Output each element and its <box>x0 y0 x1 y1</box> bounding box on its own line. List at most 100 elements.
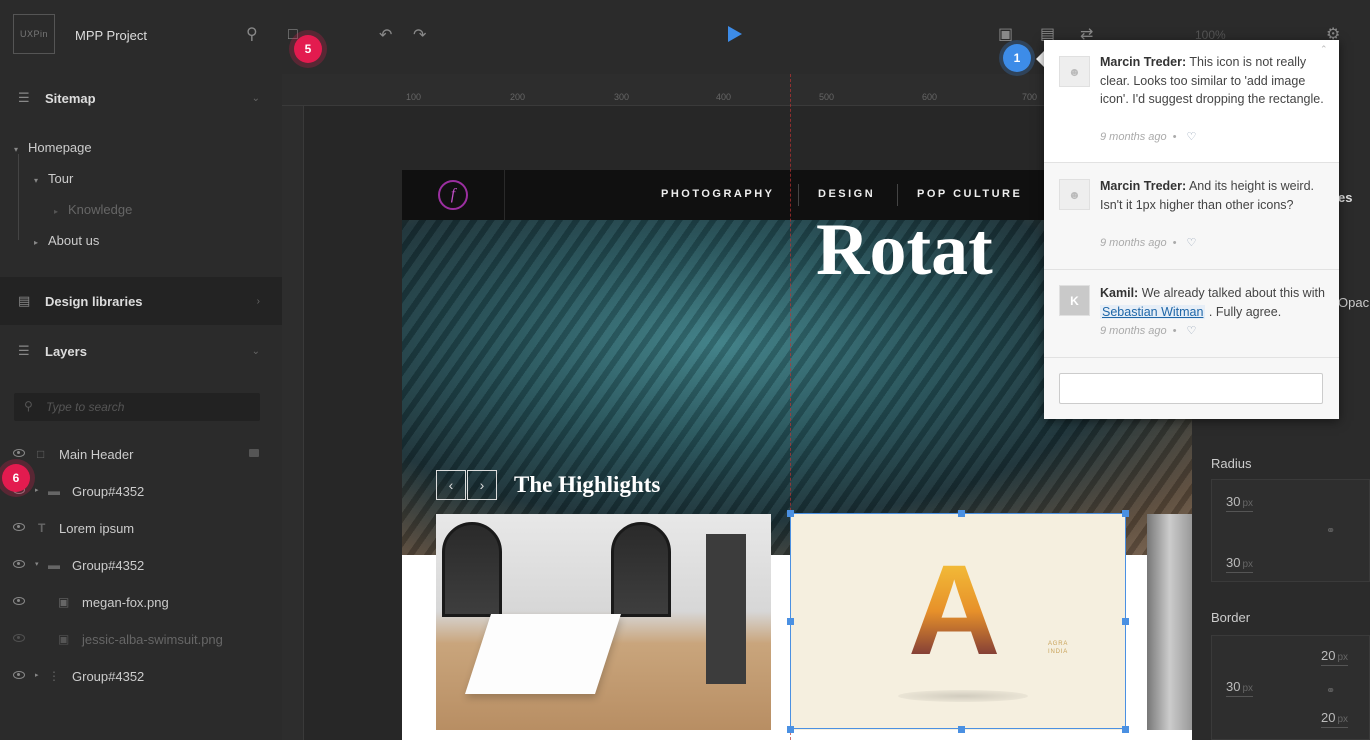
caret-down-icon[interactable]: ▾ <box>35 560 39 568</box>
tree-guide <box>18 154 19 240</box>
link-icon[interactable]: ⚭ <box>1326 684 1335 697</box>
user-avatar: K <box>1059 285 1090 316</box>
resize-handle[interactable] <box>1122 726 1129 733</box>
comment-meta: 9 months ago • ♡ <box>1100 324 1196 337</box>
sitemap-title: Sitemap <box>45 90 96 106</box>
search-icon[interactable]: ⚲ <box>246 27 258 43</box>
caret-right-icon: ▸ <box>54 207 59 216</box>
ruler-tick-label: 200 <box>510 92 526 102</box>
radius-bottom-input[interactable]: 30 px <box>1226 555 1254 573</box>
visibility-eye-icon[interactable] <box>13 634 25 642</box>
library-icon: ▤ <box>18 293 31 308</box>
window-arch <box>611 522 671 617</box>
nav-separator <box>504 170 505 220</box>
radius-bottom-value: 30 <box>1226 555 1241 570</box>
sitemap-item-homepage[interactable]: ▾ Homepage <box>14 140 92 155</box>
lock-icon[interactable] <box>249 449 259 457</box>
preview-play-icon[interactable] <box>728 26 742 42</box>
opacity-label: Opac <box>1338 295 1370 310</box>
layer-row[interactable]: □ Main Header <box>0 442 282 472</box>
sitemap-item-label: About us <box>48 233 100 248</box>
sitemap-item-knowledge[interactable]: ▸ Knowledge <box>54 202 132 217</box>
unit-label: px <box>1242 559 1254 570</box>
layer-row[interactable]: ▸ ⋮ Group#4352 <box>0 664 282 694</box>
resize-handle[interactable] <box>958 510 965 517</box>
resize-handle[interactable] <box>787 510 794 517</box>
visibility-eye-icon[interactable] <box>13 671 25 679</box>
comment-time: 9 months ago <box>1100 131 1167 143</box>
app-logo[interactable]: UXPin <box>13 14 55 54</box>
nav-divider <box>798 184 799 206</box>
like-heart-icon[interactable]: ♡ <box>1187 131 1197 143</box>
panel-tab-fragment[interactable]: es <box>1338 190 1352 205</box>
visibility-eye-icon[interactable] <box>13 523 25 531</box>
project-name[interactable]: MPP Project <box>75 28 147 43</box>
border-left-input[interactable]: 30 px <box>1226 679 1254 697</box>
resize-handle[interactable] <box>787 726 794 733</box>
comment-thread-popup: ☻ Marcin Treder: This icon is not really… <box>1044 40 1339 419</box>
nav-item-photography[interactable]: PHOTOGRAPHY <box>661 188 774 200</box>
uxpin-editor: UXPin MPP Project ⚲ □ ↶ ↷ ▣ ▤ ⇄ 100% ⚙ ☰… <box>0 0 1370 740</box>
layer-row[interactable]: ▾ ▬ Group#4352 <box>0 553 282 583</box>
resize-handle[interactable] <box>1122 510 1129 517</box>
site-logo[interactable]: f <box>438 180 468 210</box>
text-icon: T <box>38 521 46 535</box>
link-icon[interactable]: ⚭ <box>1326 524 1335 537</box>
redo-icon[interactable]: ↷ <box>413 28 426 44</box>
carousel-prev-button[interactable]: ‹ <box>436 470 466 500</box>
scroll-up-icon[interactable]: ⌃ <box>1320 44 1328 55</box>
comment-meta: 9 months ago • ♡ <box>1100 130 1196 143</box>
user-avatar-icon: ☻ <box>1059 56 1090 87</box>
sitemap-item-about-us[interactable]: ▸ About us <box>34 233 99 248</box>
like-heart-icon[interactable]: ♡ <box>1187 237 1197 249</box>
border-top-input[interactable]: 20 px <box>1321 648 1349 666</box>
caret-right-icon[interactable]: ▸ <box>35 486 39 494</box>
resize-handle[interactable] <box>958 726 965 733</box>
partial-photo[interactable] <box>1147 514 1192 730</box>
visibility-eye-icon[interactable] <box>13 560 25 568</box>
selection-box[interactable] <box>790 513 1126 729</box>
layer-row[interactable]: ▣ megan-fox.png <box>0 590 282 620</box>
layer-row[interactable]: T Lorem ipsum <box>0 516 282 546</box>
unit-label: px <box>1337 714 1349 725</box>
layers-search-input[interactable] <box>46 398 246 416</box>
sitemap-item-tour[interactable]: ▾ Tour <box>34 171 73 186</box>
sitemap-section-header[interactable]: ☰ Sitemap ⌄ <box>0 74 282 122</box>
highlights-title[interactable]: The Highlights <box>514 472 660 498</box>
layer-row[interactable]: ▣ jessic-alba-swimsuit.png <box>0 627 282 657</box>
chevron-left-icon: ‹ <box>448 477 454 493</box>
image-icon[interactable]: ▣ <box>998 27 1013 43</box>
chevron-right-icon: › <box>256 295 260 307</box>
resize-handle[interactable] <box>787 618 794 625</box>
undo-icon[interactable]: ↶ <box>379 28 392 44</box>
radius-top-value: 30 <box>1226 494 1241 509</box>
visibility-eye-icon[interactable] <box>13 597 25 605</box>
comment-pin-badge[interactable]: 1 <box>1003 44 1031 72</box>
border-bottom-input[interactable]: 20 px <box>1321 710 1349 728</box>
visibility-eye-icon[interactable] <box>13 449 25 457</box>
popup-arrow <box>1036 51 1044 67</box>
comment-text: Marcin Treder: And its height is weird. … <box>1100 177 1325 214</box>
nav-divider <box>897 184 898 206</box>
layers-icon: ☰ <box>18 343 30 358</box>
kitchen-photo[interactable] <box>436 514 771 730</box>
image-icon: ▣ <box>58 595 70 609</box>
design-libraries-section-header[interactable]: ▤ Design libraries › <box>0 277 282 325</box>
layers-section-header[interactable]: ☰ Layers ⌄ <box>0 327 282 375</box>
nav-item-pop-culture[interactable]: POP CULTURE <box>917 188 1022 200</box>
layer-name: Group#4352 <box>72 484 145 499</box>
carousel-next-button[interactable]: › <box>467 470 497 500</box>
user-mention-link[interactable]: Sebastian Witman <box>1100 304 1206 319</box>
radius-top-input[interactable]: 30 px <box>1226 494 1254 512</box>
comment-reply-input[interactable] <box>1059 373 1323 404</box>
radius-controls: 30 px ⚭ 30 px <box>1211 479 1370 582</box>
caret-right-icon[interactable]: ▸ <box>35 671 39 679</box>
layer-row[interactable]: ▸ ▬ Group#4352 <box>0 479 282 509</box>
caret-down-icon: ▾ <box>14 145 19 154</box>
like-heart-icon[interactable]: ♡ <box>1187 325 1197 337</box>
nav-item-design[interactable]: DESIGN <box>818 188 875 200</box>
sitemap-icon: ☰ <box>18 90 30 105</box>
resize-handle[interactable] <box>1122 618 1129 625</box>
comment-body: . Fully agree. <box>1208 304 1282 319</box>
hero-title[interactable]: Rotat <box>816 208 993 293</box>
